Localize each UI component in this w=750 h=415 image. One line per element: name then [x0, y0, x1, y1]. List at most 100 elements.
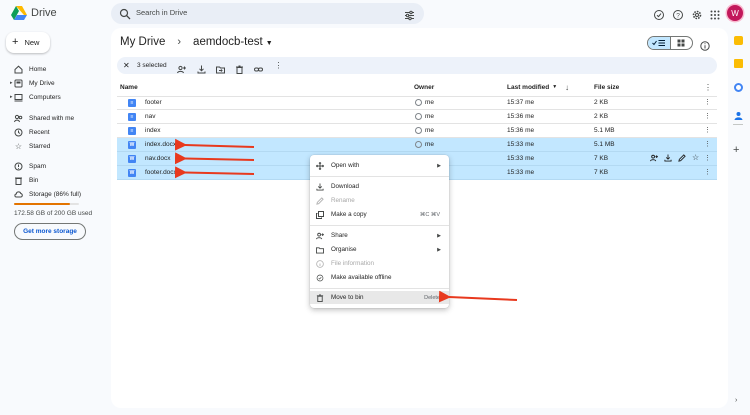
menu-item-organise[interactable]: Organise ▶ — [310, 243, 449, 256]
menu-item-label: Move to bin — [331, 294, 364, 301]
expand-caret-icon[interactable]: ▸ — [10, 94, 13, 100]
grid-view-button[interactable] — [669, 37, 693, 49]
sidebar-item-starred[interactable]: ☆ Starred — [14, 140, 50, 152]
share-add-person-icon[interactable] — [177, 61, 186, 74]
row-more-icon[interactable]: ⋮ — [704, 168, 711, 176]
sidebar-item-storage[interactable]: Storage (86% full) — [14, 188, 81, 200]
sidebar-item-recent[interactable]: Recent — [14, 126, 50, 138]
row-more-icon[interactable]: ⋮ — [704, 154, 711, 162]
row-more-icon[interactable]: ⋮ — [704, 98, 711, 106]
menu-item-label: Make available offline — [331, 274, 392, 281]
table-row[interactable]: ≡ footer me 15:37 me 2 KB ⋮ — [117, 96, 717, 110]
copy-link-icon[interactable] — [254, 61, 263, 72]
menu-item-share[interactable]: Share ▶ — [310, 229, 449, 242]
chevron-down-icon: ▼ — [265, 40, 273, 47]
open-with-icon — [316, 161, 324, 170]
move-to-folder-icon[interactable] — [216, 61, 225, 74]
details-info-icon[interactable] — [700, 38, 710, 51]
settings-gear-icon[interactable] — [691, 8, 703, 20]
shared-icon — [14, 114, 23, 123]
rename-pencil-icon[interactable] — [678, 154, 686, 164]
download-icon[interactable] — [197, 61, 206, 74]
search-bar[interactable]: Search in Drive — [111, 3, 424, 24]
word-doc-icon: W — [128, 169, 136, 177]
get-more-storage-button[interactable]: Get more storage — [14, 223, 86, 240]
keep-icon[interactable] — [734, 59, 743, 68]
menu-item-label: Make a copy — [331, 211, 367, 218]
column-header-owner[interactable]: Owner — [414, 84, 434, 91]
apps-grid-icon[interactable] — [709, 8, 721, 20]
row-more-icon[interactable]: ⋮ — [704, 140, 711, 148]
menu-item-download[interactable]: Download — [310, 180, 449, 193]
table-row[interactable]: ≡ nav me 15:36 me 2 KB ⋮ — [117, 110, 717, 124]
search-options-icon[interactable] — [404, 8, 415, 21]
list-view-button[interactable] — [648, 37, 670, 49]
sidebar-item-home[interactable]: Home — [14, 63, 46, 75]
sidebar-item-label: Spam — [29, 162, 46, 170]
row-more-icon[interactable]: ⋮ — [704, 112, 711, 120]
file-size: 7 KB — [594, 155, 609, 162]
context-menu: Open with ▶ Download Rename Make a copy … — [310, 155, 449, 308]
sidebar-item-computers[interactable]: ▸ Computers — [10, 91, 61, 103]
menu-item-make-available-offline[interactable]: Make available offline — [310, 271, 449, 284]
collapse-panel-chevron-icon[interactable]: › — [735, 397, 737, 404]
menu-item-make-copy[interactable]: Make a copy ⌘C ⌘V — [310, 208, 449, 221]
new-button[interactable]: + New — [6, 32, 50, 53]
row-more-icon[interactable]: ⋮ — [704, 126, 711, 134]
file-modified: 15:33 me — [507, 155, 535, 162]
rail-divider — [733, 124, 743, 125]
drive-logo-icon[interactable] — [11, 6, 27, 20]
column-options-more-icon[interactable]: ⋮ — [704, 83, 712, 92]
table-row[interactable]: ≡ index me 15:36 me 5.1 MB ⋮ — [117, 124, 717, 138]
menu-shortcut: ⌘C ⌘V — [419, 211, 440, 218]
download-icon[interactable] — [664, 154, 672, 164]
menu-item-label: Organise — [331, 246, 357, 253]
help-icon[interactable]: ? — [672, 8, 684, 20]
offline-check-icon — [316, 274, 324, 282]
column-header-label: Last modified — [507, 84, 550, 91]
table-row-selected[interactable]: W index.docx me 15:33 me 5.1 MB ⋮ — [117, 138, 717, 152]
file-size: 7 KB — [594, 169, 609, 176]
offline-status-icon[interactable] — [653, 8, 665, 20]
account-avatar[interactable]: W — [727, 5, 743, 21]
submenu-arrow-icon: ▶ — [437, 162, 441, 169]
more-actions-icon[interactable]: ⋮ — [274, 61, 283, 70]
download-icon — [316, 182, 324, 191]
calendar-icon[interactable] — [734, 36, 743, 45]
home-icon — [14, 65, 23, 74]
sidebar-item-spam[interactable]: Spam — [14, 160, 46, 172]
tasks-icon[interactable] — [734, 83, 743, 92]
menu-item-move-to-bin[interactable]: Move to bin Delete — [310, 291, 449, 304]
menu-item-label: Rename — [331, 197, 355, 204]
selected-count: 3 selected — [137, 62, 167, 69]
sidebar-item-my-drive[interactable]: ▸ My Drive — [10, 77, 55, 89]
breadcrumb-separator: › — [177, 36, 182, 48]
menu-item-label: Download — [331, 183, 360, 190]
row-quick-actions: ☆ — [650, 154, 699, 164]
column-header-last-modified[interactable]: Last modified ▼ — [507, 84, 557, 91]
clear-selection-close-icon[interactable]: ✕ — [123, 61, 130, 70]
column-header-name[interactable]: Name — [120, 84, 138, 91]
star-icon[interactable]: ☆ — [692, 154, 699, 164]
file-size: 2 KB — [594, 99, 609, 106]
file-size: 2 KB — [594, 113, 609, 120]
delete-bin-icon[interactable] — [235, 61, 244, 74]
breadcrumb-my-drive[interactable]: My Drive — [120, 36, 165, 48]
sidebar-item-label: Starred — [29, 142, 51, 150]
sidebar-item-bin[interactable]: Bin — [14, 174, 38, 186]
share-add-person-icon[interactable] — [650, 154, 658, 164]
contacts-icon[interactable] — [734, 107, 743, 120]
menu-item-file-information: File information — [310, 257, 449, 270]
file-modified: 15:33 me — [507, 141, 535, 148]
add-addon-plus-icon[interactable]: + — [733, 144, 739, 156]
search-input[interactable]: Search in Drive — [136, 8, 187, 17]
sidebar-item-shared[interactable]: Shared with me — [14, 112, 74, 124]
menu-item-open-with[interactable]: Open with ▶ — [310, 159, 449, 172]
menu-item-label: Share — [331, 232, 348, 239]
column-header-file-size[interactable]: File size — [594, 84, 619, 91]
storage-usage-text: 172.58 GB of 200 GB used — [14, 210, 93, 217]
svg-text:?: ? — [676, 12, 680, 19]
breadcrumb-current-folder[interactable]: aemdocb-test ▼ — [193, 36, 273, 48]
expand-caret-icon[interactable]: ▸ — [10, 80, 13, 86]
sort-direction-arrow-icon[interactable]: ↓ — [565, 83, 569, 92]
